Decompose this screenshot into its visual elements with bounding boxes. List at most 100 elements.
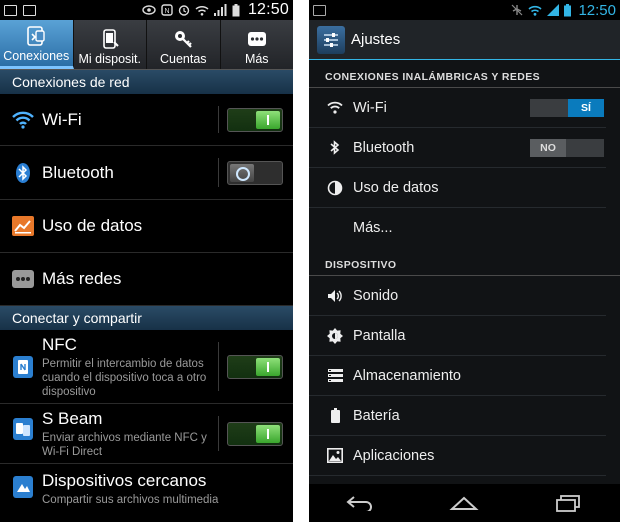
section-header: DISPOSITIVO (309, 248, 620, 276)
section-header: CONEXIONES INALÁMBRICAS Y REDES (309, 60, 620, 88)
divider (218, 342, 219, 391)
setting-label: Bluetooth (353, 139, 415, 156)
bluetooth-icon (327, 140, 343, 156)
tab-label: Conexiones (3, 49, 70, 63)
brightness-icon (327, 327, 343, 344)
setting-row-battery[interactable]: Batería (309, 396, 606, 436)
tab-cuentas[interactable]: Cuentas (147, 20, 221, 69)
airplane-mute-icon (512, 4, 523, 16)
wifi-signal-icon (528, 5, 542, 16)
battery-status-icon (564, 3, 572, 16)
bluetooth-icon (12, 162, 34, 184)
setting-row-apps[interactable]: Aplicaciones (309, 436, 606, 476)
nearby-devices-icon (12, 476, 34, 498)
setting-row-wifi[interactable]: Wi-Fi SÍ (309, 88, 606, 128)
setting-row-nearby-devices[interactable]: Dispositivos cercanos Compartir sus arch… (0, 464, 293, 514)
status-clock: 12:50 (247, 1, 289, 18)
tab-label: Más (244, 52, 269, 66)
setting-row-data-usage[interactable]: Uso de datos (309, 168, 606, 208)
notification-image-icon (4, 4, 17, 16)
android-settings-screen: 12:50 Ajustes CONEXIONES INALÁMBRICAS Y … (309, 0, 620, 522)
wifi-signal-icon (195, 5, 209, 16)
setting-label: S Beam (42, 408, 103, 428)
apps-icon (327, 448, 343, 464)
battery-icon (327, 408, 343, 424)
setting-label: Wi-Fi (353, 99, 387, 116)
setting-label: Uso de datos (353, 179, 439, 196)
section-header: Conexiones de red (0, 70, 293, 94)
status-clock: 12:50 (578, 1, 616, 19)
setting-row-wifi[interactable]: Wi-Fi (0, 94, 293, 146)
setting-row-s-beam[interactable]: S Beam Enviar archivos mediante NFC y Wi… (0, 404, 293, 464)
more-networks-icon (12, 268, 34, 290)
setting-label: Uso de datos (42, 216, 143, 235)
setting-label: Sonido (353, 287, 399, 304)
samsung-settings-screen: N 12:50 Conexiones Mi disposit. Cuentas … (0, 0, 293, 522)
setting-summary: Permitir el intercambio de datos cuando … (42, 357, 207, 398)
wifi-icon (327, 100, 343, 116)
page-title: Ajustes (351, 31, 401, 48)
cell-signal-icon (547, 4, 560, 16)
svg-text:N: N (164, 8, 169, 15)
back-icon[interactable] (343, 492, 379, 514)
nfc-icon (12, 356, 34, 378)
bluetooth-switch[interactable]: NO (530, 138, 604, 157)
tab-label: Mi disposit. (78, 52, 142, 66)
setting-row-nfc[interactable]: NFC Permitir el intercambio de datos cua… (0, 330, 293, 404)
wifi-toggle[interactable] (227, 107, 283, 132)
section-header: Conectar y compartir (0, 306, 293, 330)
settings-tabs: Conexiones Mi disposit. Cuentas Más (0, 20, 293, 70)
switch-thumb: NO (530, 138, 566, 157)
s-beam-toggle[interactable] (227, 421, 283, 446)
cell-signal-icon (213, 4, 227, 16)
status-bar: N 12:50 (0, 0, 293, 20)
setting-label: Batería (353, 407, 400, 424)
wifi-icon (12, 109, 34, 131)
wifi-switch[interactable]: SÍ (530, 98, 604, 117)
toggle-knob (256, 110, 280, 129)
setting-row-bluetooth[interactable]: Bluetooth (0, 146, 293, 200)
action-bar: Ajustes (309, 20, 620, 60)
more-dots-icon (247, 32, 266, 46)
data-usage-icon (327, 180, 343, 196)
data-usage-icon (12, 215, 34, 237)
tab-conexiones[interactable]: Conexiones (0, 20, 74, 69)
setting-row-more-networks[interactable]: Más redes (0, 253, 293, 306)
tab-label: Cuentas (159, 52, 207, 66)
home-icon[interactable] (446, 492, 482, 514)
toggle-knob (256, 424, 280, 443)
setting-label: Aplicaciones (353, 447, 435, 464)
setting-label: Pantalla (353, 327, 406, 344)
volume-icon (327, 288, 343, 304)
switch-thumb: SÍ (568, 98, 604, 117)
nfc-toggle[interactable] (227, 354, 283, 379)
recents-icon[interactable] (550, 492, 586, 514)
nfc-status-icon: N (161, 4, 173, 16)
setting-summary: Enviar archivos mediante NFC y Wi-Fi Dir… (42, 431, 207, 458)
setting-label: Dispositivos cercanos (42, 471, 207, 490)
setting-row-bluetooth[interactable]: Bluetooth NO (309, 128, 606, 168)
setting-row-more[interactable]: Más... (309, 208, 606, 248)
eye-icon (142, 5, 156, 15)
setting-row-sound[interactable]: Sonido (309, 276, 606, 316)
divider (218, 158, 219, 187)
bluetooth-toggle[interactable] (227, 160, 283, 185)
setting-label: Almacenamiento (353, 367, 461, 384)
navigation-bar (309, 484, 620, 522)
settings-app-icon[interactable] (317, 25, 345, 54)
setting-row-data-usage[interactable]: Uso de datos (0, 200, 293, 253)
setting-label: Más... (353, 220, 393, 236)
divider (218, 416, 219, 451)
notification-image-icon (23, 4, 36, 16)
storage-icon (327, 368, 343, 384)
battery-status-icon (232, 3, 240, 16)
setting-row-display[interactable]: Pantalla (309, 316, 606, 356)
toggle-knob (230, 163, 254, 182)
tab-mi-dispositivo[interactable]: Mi disposit. (74, 20, 147, 69)
alarm-icon (178, 5, 190, 16)
divider (218, 106, 219, 133)
tab-mas[interactable]: Más (221, 20, 294, 69)
setting-row-storage[interactable]: Almacenamiento (309, 356, 606, 396)
setting-summary: Compartir sus archivos multimedia (42, 494, 219, 506)
toggle-knob (256, 357, 280, 376)
